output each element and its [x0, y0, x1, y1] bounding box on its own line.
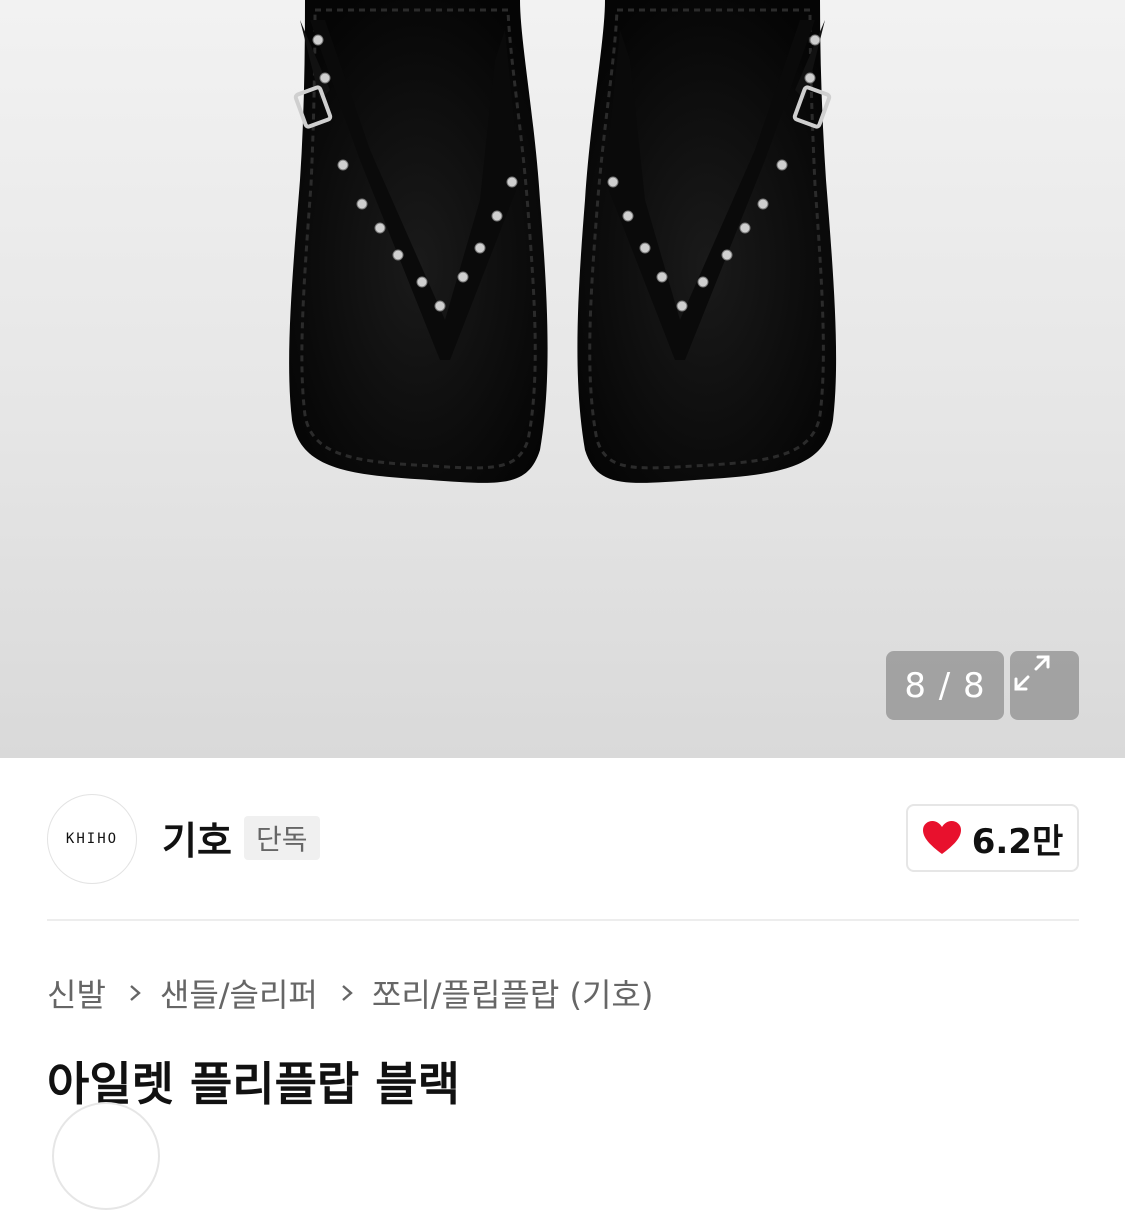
breadcrumb: 신발 샌들/슬리퍼 쪼리/플립플랍 (기호): [47, 970, 653, 1016]
expand-image-button[interactable]: [1010, 651, 1079, 720]
image-counter: 8 / 8: [886, 651, 1004, 720]
breadcrumb-item-flipflops[interactable]: 쪼리/플립플랍 (기호): [372, 970, 653, 1016]
like-button[interactable]: 6.2만: [906, 804, 1079, 872]
heart-icon: [922, 821, 961, 854]
brand-name[interactable]: 기호: [162, 810, 232, 865]
exclusive-badge: 단독: [244, 816, 320, 860]
product-image-gallery[interactable]: 8 / 8: [0, 0, 1125, 758]
brand-row: KHIHO 기호 단독 6.2만: [0, 758, 1125, 920]
brand-logo-text: KHIHO: [65, 831, 119, 847]
divider: [47, 919, 1079, 921]
breadcrumb-item-shoes[interactable]: 신발: [47, 970, 106, 1016]
avatar: [52, 1102, 160, 1210]
breadcrumb-item-sandals[interactable]: 샌들/슬리퍼: [160, 970, 318, 1016]
expand-icon: [1014, 655, 1050, 691]
like-count: 6.2만: [971, 821, 1064, 862]
sandals-product-image: [289, 0, 837, 483]
chevron-right-icon: [128, 981, 142, 1005]
brand-logo[interactable]: KHIHO: [47, 794, 137, 884]
chevron-right-icon: [340, 981, 354, 1005]
